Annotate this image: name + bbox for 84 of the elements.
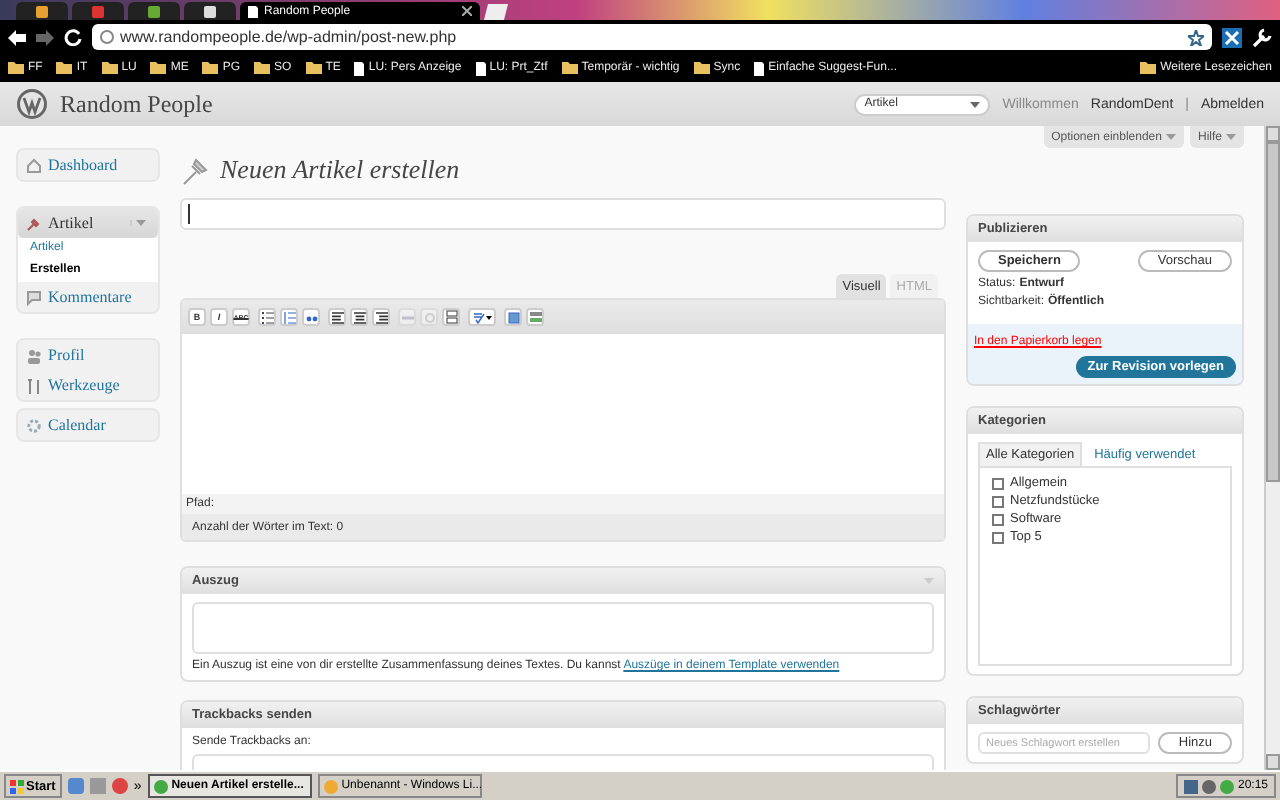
page-break-icon (445, 310, 457, 324)
dropdown-arrow-icon (970, 101, 981, 107)
checkbox[interactable] (992, 495, 1004, 507)
pushpin-icon (26, 215, 42, 231)
globe-icon (100, 30, 114, 44)
tab-favicon-icon (92, 5, 104, 17)
align-center-icon (353, 311, 365, 323)
more-button[interactable] (442, 308, 460, 326)
close-icon[interactable] (462, 6, 472, 16)
bullets-button[interactable] (258, 308, 276, 326)
app-icon (323, 779, 338, 793)
users-icon (26, 347, 42, 363)
menu-item[interactable]: Werkzeuge (18, 370, 158, 400)
dropdown-arrow-icon (1165, 134, 1176, 140)
menu-item[interactable]: Profil (18, 340, 158, 370)
fullscreen-icon (507, 311, 519, 323)
excerpt-field[interactable] (192, 602, 934, 654)
folder-icon (101, 62, 118, 74)
folder-icon (150, 62, 167, 74)
speech-bubble-icon (26, 289, 42, 305)
checkbox[interactable] (992, 477, 1004, 489)
gear-icon (26, 417, 42, 433)
numbered-list-icon (283, 311, 295, 323)
folder-icon (1140, 62, 1157, 74)
page-title: Neuen Artikel erstellen (220, 154, 460, 186)
pinned-tab[interactable] (184, 2, 236, 20)
new-tab-button[interactable] (484, 4, 512, 20)
toolbar-toggle-icon (529, 311, 541, 323)
bullet-list-icon (261, 311, 273, 323)
wrench-icon[interactable] (1252, 27, 1272, 47)
extension-icon[interactable] (1222, 27, 1242, 47)
checkbox[interactable] (992, 531, 1004, 543)
reload-icon[interactable] (64, 28, 82, 46)
kitchen-button[interactable] (526, 308, 544, 326)
pinned-tab[interactable] (128, 2, 180, 20)
tab-favicon-icon (148, 5, 160, 17)
folder-icon (8, 62, 24, 74)
forward-icon[interactable] (36, 29, 54, 45)
dropdown-arrow-icon (1226, 134, 1236, 140)
pinned-tab[interactable] (16, 2, 68, 20)
folder-icon (254, 62, 271, 74)
right-button[interactable] (372, 308, 390, 326)
spell-button[interactable] (468, 308, 496, 326)
windows-flag-icon (10, 779, 24, 793)
broken-link-icon (423, 311, 435, 323)
center-button[interactable] (350, 308, 368, 326)
spellcheck-icon (473, 311, 491, 323)
tab-favicon-icon (204, 5, 216, 17)
folder-icon (693, 62, 710, 74)
folder-icon (56, 62, 73, 74)
quote-icon (305, 311, 317, 323)
page-icon (248, 5, 258, 17)
align-right-icon (375, 311, 387, 323)
page-icon (475, 61, 486, 75)
title-field[interactable] (180, 198, 946, 230)
folder-icon (202, 62, 219, 74)
app-icon (153, 779, 168, 793)
back-icon[interactable] (8, 29, 26, 45)
site-title: Random People (60, 89, 215, 119)
menu-item[interactable]: Kommentare (18, 282, 158, 312)
menu-item[interactable]: Dashboard (18, 150, 158, 180)
dropdown-arrow-icon (136, 220, 146, 226)
tools-icon (26, 377, 42, 393)
desktop-icon[interactable] (67, 778, 84, 794)
page-icon (754, 61, 765, 75)
menu-item[interactable]: Calendar (18, 410, 158, 440)
tab-favicon-icon (36, 5, 48, 17)
menu-item[interactable]: Artikel (18, 208, 158, 238)
folder-icon (561, 62, 578, 74)
pushpin-icon (180, 154, 212, 186)
checkbox[interactable] (992, 513, 1004, 525)
align-left-icon (331, 311, 343, 323)
star-icon[interactable] (1188, 29, 1204, 45)
page-icon (354, 61, 365, 75)
network-icon (1183, 779, 1198, 793)
scrollbar[interactable] (1264, 126, 1280, 770)
folder-icon (305, 62, 322, 74)
wordpress-logo-icon (16, 88, 48, 120)
fullscreen-button[interactable] (504, 308, 522, 326)
chain-link-icon (401, 311, 413, 323)
address-bar[interactable]: www.randompeople.de/wp-admin/post-new.php (92, 24, 1212, 50)
quote-button[interactable] (302, 308, 320, 326)
left-button[interactable] (328, 308, 346, 326)
house-icon (26, 157, 42, 173)
